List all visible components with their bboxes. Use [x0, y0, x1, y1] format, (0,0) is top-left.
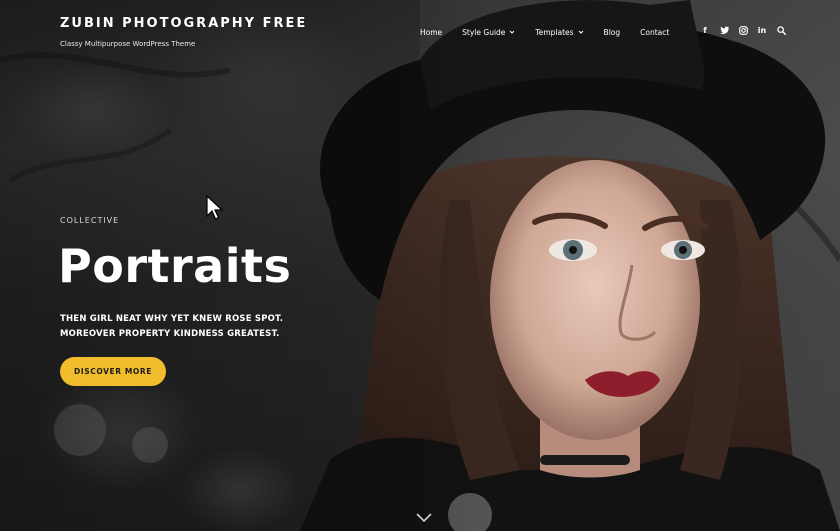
instagram-icon[interactable] — [738, 25, 748, 35]
twitter-icon[interactable] — [719, 25, 729, 35]
nav-item-contact[interactable]: Contact — [640, 28, 669, 37]
site-title[interactable]: ZUBIN PHOTOGRAPHY FREE — [60, 16, 307, 31]
hero-subtitle: THEN GIRL NEAT WHY YET KNEW ROSE SPOT. M… — [60, 314, 284, 339]
linkedin-icon[interactable]: in — [757, 25, 767, 35]
hero-section: ZUBIN PHOTOGRAPHY FREE Classy Multipurpo… — [0, 0, 840, 531]
nav-item-label: Home — [420, 27, 443, 37]
chevron-down-icon — [578, 30, 583, 34]
facebook-icon[interactable]: f — [700, 25, 710, 35]
search-icon[interactable] — [776, 25, 786, 35]
chevron-down-icon[interactable] — [415, 512, 433, 524]
site-branding: ZUBIN PHOTOGRAPHY FREE Classy Multipurpo… — [60, 16, 307, 48]
hero-title: Portraits — [58, 239, 292, 293]
site-tagline: Classy Multipurpose WordPress Theme — [60, 40, 196, 48]
nav-item-style-guide[interactable]: Style Guide — [462, 28, 515, 37]
nav-item-templates[interactable]: Templates — [535, 28, 583, 37]
nav-item-blog[interactable]: Blog — [604, 28, 621, 37]
discover-more-button[interactable]: DISCOVER MORE — [60, 357, 166, 386]
social-links: f in — [700, 25, 795, 35]
nav-item-label: Templates — [535, 27, 574, 37]
nav-item-label: Contact — [640, 27, 670, 37]
nav-item-label: Style Guide — [462, 27, 506, 37]
primary-nav: Home Style Guide Templates Blog Contact — [420, 26, 689, 38]
nav-item-label: Blog — [603, 27, 621, 37]
mouse-cursor-icon — [206, 195, 223, 220]
nav-item-home[interactable]: Home — [420, 28, 442, 37]
chevron-down-icon — [510, 30, 515, 34]
hero-kicker: COLLECTIVE — [60, 216, 120, 225]
